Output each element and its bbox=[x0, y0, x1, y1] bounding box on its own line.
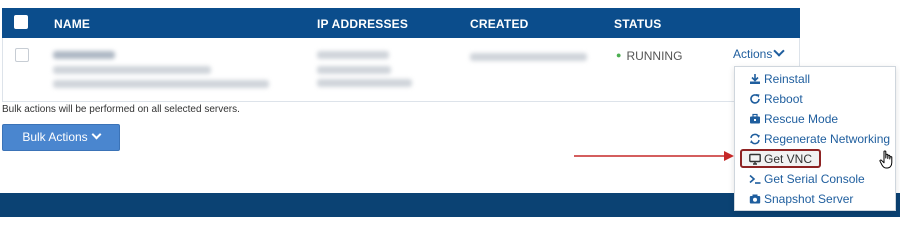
table-header: NAME IP ADDRESSES CREATED STATUS bbox=[2, 8, 800, 38]
menu-item-label: Snapshot Server bbox=[764, 192, 854, 206]
status-badge: ● RUNNING bbox=[616, 49, 682, 63]
bulk-actions-label: Bulk Actions bbox=[22, 130, 88, 144]
menu-item-label: Reinstall bbox=[764, 72, 811, 86]
redacted-ip-address bbox=[317, 51, 389, 59]
menu-item-label: Regenerate Networking bbox=[764, 132, 891, 146]
hand-pointer-cursor-icon bbox=[879, 150, 893, 169]
sync-icon bbox=[750, 133, 760, 145]
annotation-arrow-icon bbox=[574, 151, 734, 161]
select-all-checkbox[interactable] bbox=[14, 15, 28, 29]
column-ip-addresses[interactable]: IP ADDRESSES bbox=[317, 17, 408, 31]
redacted-ip-address bbox=[317, 66, 391, 74]
chevron-down-icon bbox=[773, 45, 786, 57]
menu-item-get-serial-console[interactable]: Get Serial Console bbox=[735, 169, 895, 189]
redacted-created-date bbox=[470, 53, 587, 61]
menu-item-label: Reboot bbox=[764, 92, 803, 106]
column-created[interactable]: CREATED bbox=[470, 17, 529, 31]
status-dot-icon: ● bbox=[616, 50, 622, 60]
menu-item-regenerate-networking[interactable]: Regenerate Networking bbox=[735, 129, 895, 149]
menu-item-label: Get VNC bbox=[764, 152, 813, 166]
row-checkbox[interactable] bbox=[15, 48, 29, 62]
redacted-server-detail bbox=[53, 80, 269, 88]
bulk-actions-button[interactable]: Bulk Actions bbox=[2, 124, 120, 151]
menu-item-rescue-mode[interactable]: Rescue Mode bbox=[735, 109, 895, 129]
column-status[interactable]: STATUS bbox=[614, 17, 661, 31]
chevron-down-icon bbox=[91, 129, 102, 140]
column-name[interactable]: NAME bbox=[54, 17, 90, 31]
actions-label: Actions bbox=[733, 47, 773, 61]
menu-item-reboot[interactable]: Reboot bbox=[735, 89, 895, 109]
terminal-icon bbox=[749, 174, 761, 184]
menu-item-snapshot-server[interactable]: Snapshot Server bbox=[735, 189, 895, 209]
actions-dropdown-toggle[interactable]: Actions bbox=[733, 45, 786, 61]
redacted-server-detail bbox=[53, 66, 211, 74]
redacted-server-name bbox=[53, 51, 115, 59]
menu-item-reinstall[interactable]: Reinstall bbox=[735, 69, 895, 89]
menu-item-get-vnc[interactable]: Get VNC bbox=[735, 149, 895, 169]
refresh-icon bbox=[750, 94, 760, 104]
camera-icon bbox=[749, 194, 761, 204]
bulk-actions-note: Bulk actions will be performed on all se… bbox=[2, 104, 240, 115]
menu-item-label: Get Serial Console bbox=[764, 172, 865, 186]
monitor-icon bbox=[749, 153, 761, 165]
servers-table: NAME IP ADDRESSES CREATED STATUS ● RUNNIN… bbox=[2, 8, 800, 102]
actions-menu: Reinstall Reboot Rescue Mode Regenerate … bbox=[734, 66, 896, 211]
servers-page: NAME IP ADDRESSES CREATED STATUS ● RUNNIN… bbox=[0, 0, 900, 217]
briefcase-icon bbox=[750, 113, 760, 124]
redacted-ip-address bbox=[317, 79, 412, 87]
menu-item-label: Rescue Mode bbox=[764, 112, 839, 126]
status-text: RUNNING bbox=[626, 49, 683, 63]
download-icon bbox=[750, 74, 760, 84]
